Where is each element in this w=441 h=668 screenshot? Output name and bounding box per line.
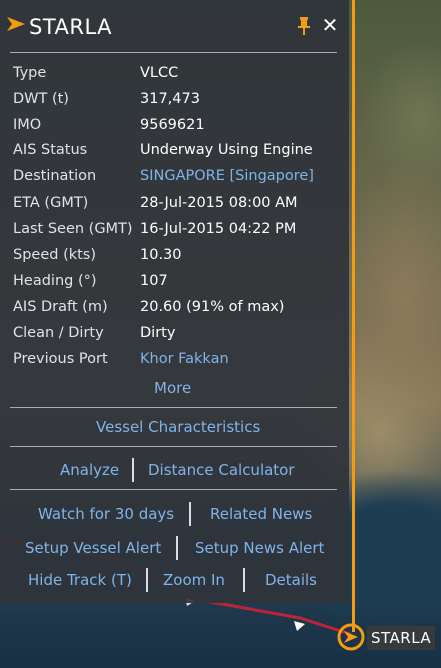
separator — [146, 568, 148, 592]
track-direction-arrow — [294, 621, 305, 631]
field-label: Type — [13, 65, 47, 81]
field-value: 9569621 — [140, 117, 205, 133]
field-label: Speed (kts) — [13, 247, 97, 263]
distance-calculator-link[interactable]: Distance Calculator — [148, 460, 295, 480]
separator — [132, 458, 134, 482]
field-label: Previous Port — [13, 351, 108, 367]
hide-track-link[interactable]: Hide Track (T) — [28, 570, 132, 590]
divider — [10, 52, 337, 53]
field-value: 317,473 — [140, 91, 200, 107]
vessel-characteristics-link[interactable]: Vessel Characteristics — [96, 417, 260, 437]
leader-line — [352, 0, 355, 632]
field-value: 16-Jul-2015 04:22 PM — [140, 221, 297, 237]
vessel-info-panel: STARLA ✕ Type VLCC DWT (t) 317,473 IMO 956962… — [0, 0, 349, 603]
panel-header: STARLA ✕ — [0, 0, 349, 52]
field-value: Underway Using Engine — [140, 142, 313, 158]
setup-news-alert-link[interactable]: Setup News Alert — [195, 538, 324, 558]
field-value: 28-Jul-2015 08:00 AM — [140, 195, 298, 211]
field-value-link[interactable]: SINGAPORE [Singapore] — [140, 165, 314, 187]
close-icon[interactable]: ✕ — [320, 14, 340, 36]
more-link[interactable]: More — [154, 378, 191, 398]
field-value: Dirty — [140, 325, 176, 341]
divider — [10, 446, 337, 447]
field-label: Heading (°) — [13, 273, 97, 289]
pin-icon[interactable] — [296, 16, 312, 36]
field-value: 20.60 (91% of max) — [140, 299, 285, 315]
field-label: Clean / Dirty — [13, 325, 104, 341]
divider — [10, 489, 337, 490]
field-label: Last Seen (GMT) — [13, 221, 133, 237]
orange-arrow-icon — [7, 17, 25, 31]
field-label: AIS Status — [13, 142, 88, 158]
separator — [176, 536, 178, 560]
field-label: ETA (GMT) — [13, 195, 89, 211]
divider — [10, 407, 337, 408]
field-value-link[interactable]: Khor Fakkan — [140, 348, 229, 370]
vessel-name-title: STARLA — [29, 15, 113, 39]
field-label: IMO — [13, 117, 42, 133]
separator — [243, 568, 245, 592]
setup-vessel-alert-link[interactable]: Setup Vessel Alert — [25, 538, 161, 558]
field-label: Destination — [13, 168, 97, 184]
field-value: 10.30 — [140, 247, 182, 263]
separator — [189, 502, 191, 526]
field-label: AIS Draft (m) — [13, 299, 108, 315]
ship-map-label[interactable]: STARLA — [367, 626, 436, 650]
ship-marker-icon[interactable] — [336, 622, 366, 652]
field-value: VLCC — [140, 65, 179, 81]
zoom-in-link[interactable]: Zoom In — [163, 570, 225, 590]
field-label: DWT (t) — [13, 91, 69, 107]
details-link[interactable]: Details — [265, 570, 317, 590]
watch-30-days-link[interactable]: Watch for 30 days — [38, 504, 174, 524]
field-value: 107 — [140, 273, 168, 289]
analyze-link[interactable]: Analyze — [60, 460, 119, 480]
related-news-link[interactable]: Related News — [210, 504, 312, 524]
